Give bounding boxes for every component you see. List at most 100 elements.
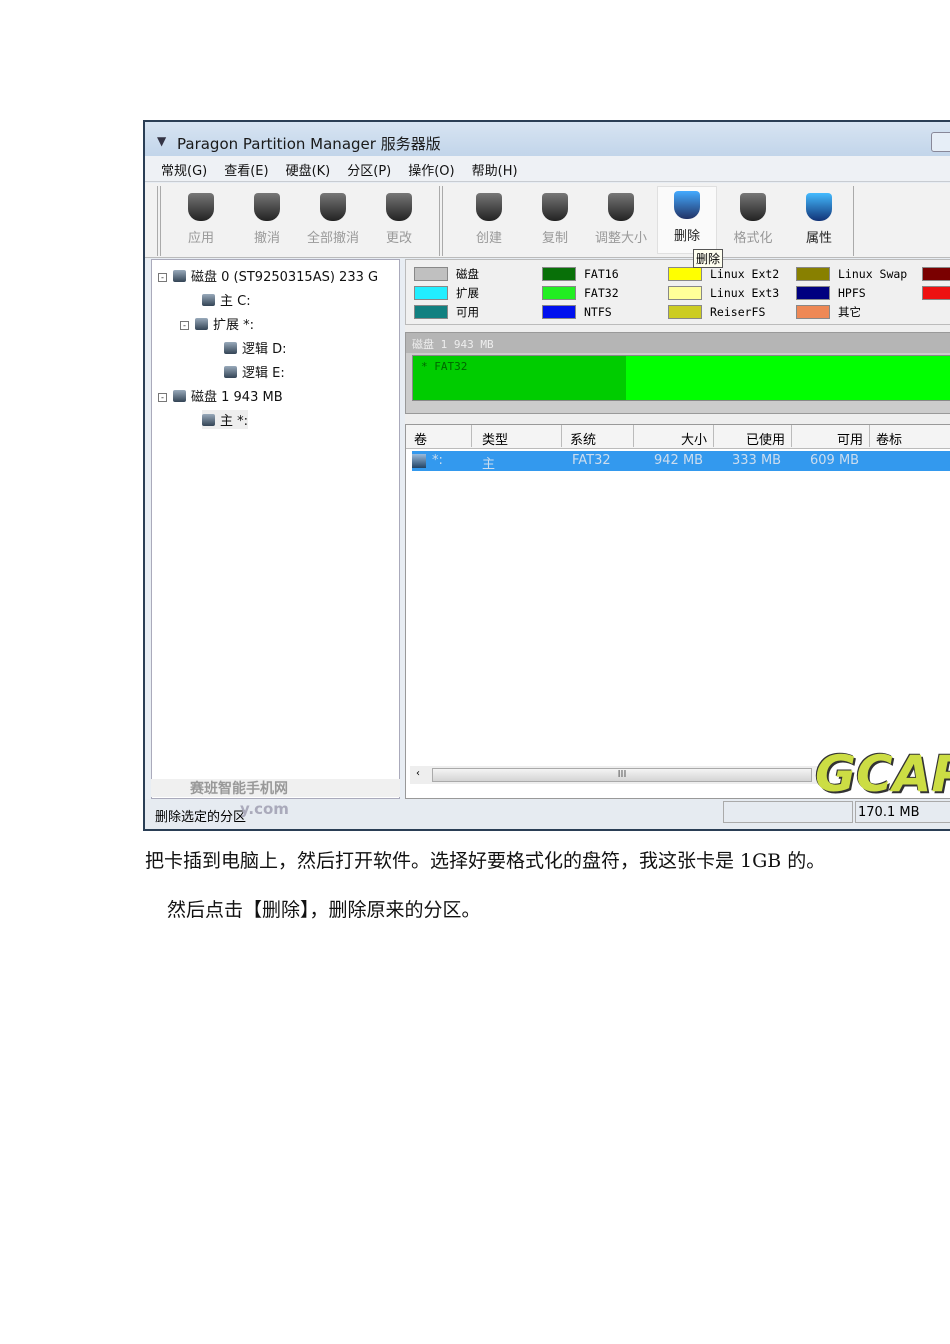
- collapse-icon[interactable]: -: [180, 321, 189, 330]
- status-text: 删除选定的分区: [155, 810, 247, 825]
- undo-button[interactable]: 撤消: [237, 189, 297, 246]
- collapse-icon[interactable]: -: [158, 273, 167, 282]
- tree-label: 磁盘 1 943 MB: [191, 390, 283, 405]
- col-system[interactable]: 系统: [562, 425, 634, 448]
- properties-button[interactable]: 属性: [789, 189, 849, 246]
- legend-swatch: [668, 267, 702, 281]
- legend-item: FAT16: [542, 266, 619, 282]
- legend-swatch: [668, 305, 702, 319]
- apply-button[interactable]: 应用: [171, 189, 231, 246]
- undo-icon: [254, 193, 280, 221]
- legend-label: NTFS: [584, 305, 612, 319]
- disk-map-used: * FAT32: [413, 356, 626, 400]
- changes-icon: [386, 193, 412, 221]
- tree-disk-1[interactable]: - 磁盘 1 943 MB: [158, 386, 283, 405]
- format-label: 格式化: [733, 231, 773, 246]
- cell-system: FAT32: [572, 453, 611, 468]
- legend-swatch: [414, 267, 448, 281]
- watermark-site: 赛班智能手机网: [190, 781, 288, 797]
- resize-button[interactable]: 调整大小: [591, 189, 651, 246]
- menu-operation[interactable]: 操作(O): [408, 160, 454, 181]
- legend-label: Linux Swap: [838, 267, 908, 281]
- legend-label: FAT32: [584, 286, 619, 300]
- tree-label: 主 *:: [220, 414, 249, 429]
- create-button[interactable]: 创建: [459, 189, 519, 246]
- legend-swatch: [796, 286, 830, 300]
- menu-disk[interactable]: 硬盘(K): [286, 160, 331, 181]
- legend-swatch: [542, 267, 576, 281]
- toolbar: 应用 撤消 全部撤消 更改 创建 复制 调整大小 删除 格式化 属性: [145, 183, 950, 258]
- cell-size: 942 MB: [654, 453, 704, 468]
- disk-map-partition[interactable]: * FAT32: [412, 355, 950, 401]
- format-icon: [740, 193, 766, 221]
- legend-label: ReiserFS: [710, 305, 766, 319]
- tree-disk-0[interactable]: - 磁盘 0 (ST9250315AS) 233 G: [158, 266, 378, 285]
- collapse-icon[interactable]: -: [158, 393, 167, 402]
- menu-view[interactable]: 查看(E): [224, 160, 268, 181]
- legend-label: Linux Ext3: [710, 286, 780, 300]
- status-field: [723, 801, 853, 823]
- delete-icon: [674, 191, 700, 219]
- disk-icon: [173, 270, 186, 282]
- copy-label: 复制: [541, 231, 568, 246]
- menu-help[interactable]: 帮助(H): [472, 160, 518, 181]
- table-row[interactable]: *: 主 FAT32 942 MB 333 MB 609 MB: [412, 451, 950, 472]
- disk-map: 磁盘 1 943 MB * FAT32: [405, 332, 950, 414]
- minimize-button[interactable]: [931, 132, 950, 152]
- create-label: 创建: [475, 231, 502, 246]
- title-bar: ▼ Paragon Partition Manager 服务器版: [145, 122, 950, 156]
- cell-type: 主: [482, 457, 496, 472]
- tree-extended[interactable]: - 扩展 *:: [180, 314, 254, 333]
- cell-volume: *:: [432, 453, 443, 468]
- apply-icon: [188, 193, 214, 221]
- legend-swatch: [668, 286, 702, 300]
- tree-label: 逻辑 D:: [242, 342, 287, 357]
- changes-button[interactable]: 更改: [369, 189, 429, 246]
- legend-swatch: [414, 286, 448, 300]
- menu-general[interactable]: 常规(G): [161, 160, 207, 181]
- col-free[interactable]: 可用: [792, 425, 870, 448]
- legend-item: NTFS: [542, 304, 612, 320]
- col-size[interactable]: 大小: [634, 425, 714, 448]
- changes-label: 更改: [385, 231, 412, 246]
- legend-label: 扩展: [456, 286, 479, 300]
- create-icon: [476, 193, 502, 221]
- partition-icon: [224, 366, 237, 378]
- tree-label: 磁盘 0 (ST9250315AS) 233 G: [191, 270, 379, 285]
- col-label[interactable]: 卷标: [870, 425, 950, 448]
- menu-bar: 常规(G) 查看(E) 硬盘(K) 分区(P) 操作(O) 帮助(H): [145, 156, 950, 182]
- copy-button[interactable]: 复制: [525, 189, 585, 246]
- partition-icon: [202, 414, 215, 426]
- legend-item: 扩展: [414, 285, 479, 301]
- disk-tree: - 磁盘 0 (ST9250315AS) 233 G 主 C: - 扩展 *: 逻辑…: [151, 259, 400, 799]
- col-used[interactable]: 已使用: [714, 425, 792, 448]
- menu-partition[interactable]: 分区(P): [347, 160, 391, 181]
- delete-button[interactable]: 删除: [657, 186, 717, 254]
- legend-item: FAT32: [542, 285, 619, 301]
- legend-item: Linux Swap: [796, 266, 907, 282]
- legend-swatch: [796, 305, 830, 319]
- tree-logical-d[interactable]: 逻辑 D:: [224, 338, 287, 357]
- horizontal-scrollbar[interactable]: ‹ III: [410, 766, 830, 784]
- format-button[interactable]: 格式化: [723, 189, 783, 246]
- cell-free: 609 MB: [810, 453, 860, 468]
- main-panel: 磁盘扩展可用 FAT16 FAT32 NTFS Linux Ext2 Linux Ext3…: [405, 259, 950, 799]
- apply-label: 应用: [187, 231, 214, 246]
- legend-item: Linux Ext2: [668, 266, 779, 282]
- legend-item: HPFS: [796, 285, 866, 301]
- watermark-domain: y.com: [240, 800, 289, 818]
- legend-item: 可用: [414, 304, 479, 320]
- tree-logical-e[interactable]: 逻辑 E:: [224, 362, 285, 381]
- legend-item: ReiserFS: [668, 304, 765, 320]
- tree-partition-c[interactable]: 主 C:: [202, 290, 251, 309]
- legend-item: 磁盘: [414, 266, 479, 282]
- col-type[interactable]: 类型: [472, 425, 562, 448]
- tree-partition-star[interactable]: 主 *:: [202, 410, 249, 429]
- partition-icon: [195, 318, 208, 330]
- scroll-left-icon[interactable]: ‹: [416, 768, 420, 779]
- undo-all-button[interactable]: 全部撤消: [303, 189, 363, 246]
- partition-icon: [224, 342, 237, 354]
- col-volume[interactable]: 卷: [406, 425, 472, 448]
- scroll-thumb[interactable]: III: [432, 768, 812, 782]
- properties-label: 属性: [805, 231, 832, 246]
